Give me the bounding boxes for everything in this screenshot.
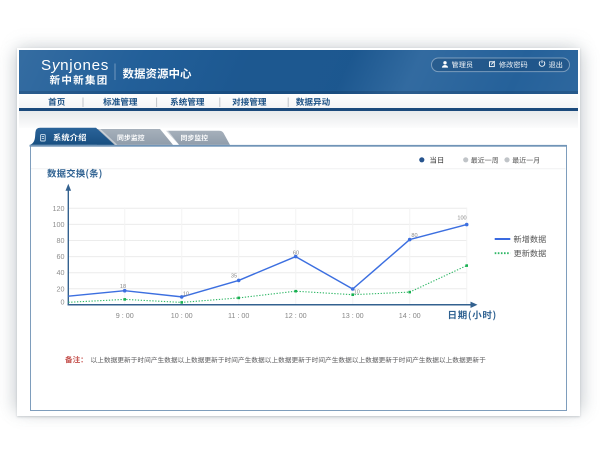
svg-text:100: 100 [457, 216, 466, 222]
svg-text:60: 60 [293, 251, 299, 257]
svg-text:40: 40 [57, 268, 65, 277]
svg-text:12 : 00: 12 : 00 [285, 311, 307, 320]
svg-text:14 : 00: 14 : 00 [399, 311, 421, 320]
svg-text:20: 20 [57, 284, 65, 293]
svg-text:10: 10 [354, 289, 360, 295]
svg-text:18: 18 [120, 284, 126, 290]
svg-text:10: 10 [183, 292, 189, 298]
svg-text:11 : 00: 11 : 00 [228, 311, 249, 320]
svg-text:9 : 00: 9 : 00 [116, 311, 134, 320]
svg-text:100: 100 [53, 220, 65, 229]
svg-text:10 : 00: 10 : 00 [171, 311, 193, 320]
svg-text:120: 120 [53, 204, 65, 213]
svg-text:0: 0 [61, 297, 65, 306]
svg-text:80: 80 [411, 233, 417, 239]
svg-text:60: 60 [57, 252, 65, 261]
svg-text:35: 35 [231, 273, 237, 279]
svg-text:Synjones: Synjones [41, 57, 109, 74]
svg-text:13 : 00: 13 : 00 [342, 311, 364, 320]
svg-text:80: 80 [57, 236, 65, 245]
